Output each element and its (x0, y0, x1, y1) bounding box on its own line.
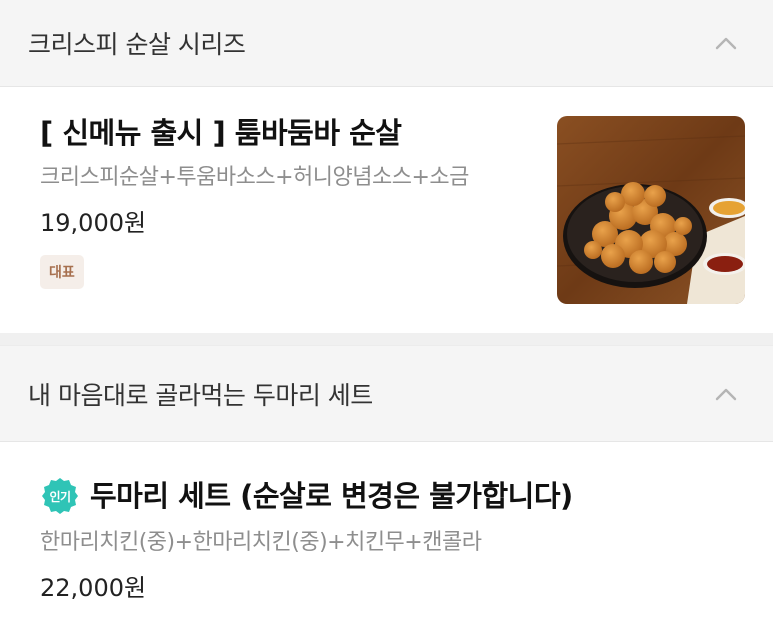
menu-item-description: 한마리치킨(중)+한마리치킨(중)+치킨무+캔콜라 (40, 530, 482, 555)
menu-item-price: 22,000원 (40, 574, 147, 602)
menu-item-name-row: 인기 두마리 세트 (순살로 변경은 불가합니다) (40, 476, 743, 516)
section-title: 내 마음대로 골라먹는 두마리 세트 (28, 380, 373, 410)
menu-item-thumbnail (557, 116, 745, 304)
menu-item-tumba-sunsal[interactable]: [ 신메뉴 출시 ] 툼바둠바 순살 크리스피순살+투움바소스+허니양념소스+소… (0, 87, 773, 333)
menu-item-two-chicken-set[interactable]: 인기 두마리 세트 (순살로 변경은 불가합니다) 한마리치킨(중)+한마리치킨… (0, 442, 773, 622)
representative-badge: 대표 (40, 255, 84, 289)
section-gap (0, 333, 773, 345)
chevron-up-icon[interactable] (715, 387, 737, 401)
section-title: 크리스피 순살 시리즈 (28, 30, 246, 59)
menu-item-name: 두마리 세트 (순살로 변경은 불가합니다) (90, 479, 573, 513)
section-header-crispy[interactable]: 크리스피 순살 시리즈 (0, 0, 773, 87)
section-header-two-chicken-set[interactable]: 내 마음대로 골라먹는 두마리 세트 (0, 345, 773, 442)
popular-badge-label: 인기 (49, 489, 70, 504)
chevron-up-icon[interactable] (715, 36, 737, 50)
popular-badge-icon: 인기 (42, 478, 78, 514)
